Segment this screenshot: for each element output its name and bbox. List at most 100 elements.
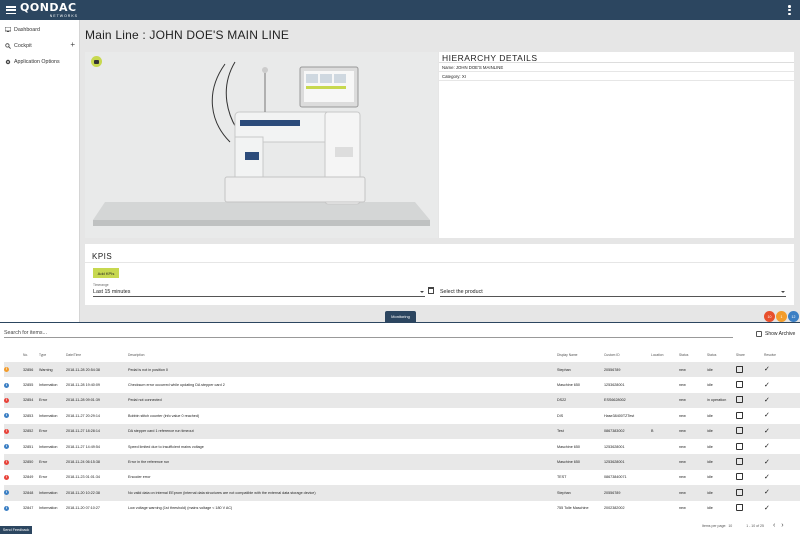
- camera-icon[interactable]: [91, 56, 102, 67]
- row-machine-status: idle: [707, 454, 736, 470]
- table-row[interactable]: ! 32849 Error 2018-11-23 01:01:34 Encoder er…: [4, 470, 800, 485]
- row-machine-status: idle: [707, 423, 736, 439]
- row-description: No valid data on internal EEprom (intern…: [128, 485, 557, 501]
- hamburger-icon[interactable]: [6, 5, 16, 15]
- row-description: Pedal not connected: [128, 392, 557, 409]
- open-external-icon[interactable]: [736, 365, 743, 373]
- check-icon[interactable]: ✓: [764, 489, 770, 496]
- monitoring-tab[interactable]: Monitoring: [385, 311, 416, 322]
- logo[interactable]: QONDAC NETWORKS: [20, 2, 78, 18]
- open-external-icon[interactable]: [736, 504, 743, 512]
- row-machine-status: idle: [707, 383, 713, 388]
- col-share[interactable]: Share: [736, 348, 764, 362]
- plus-icon[interactable]: +: [70, 41, 75, 49]
- table-row[interactable]: i 32851 Information 2018-11-27 14:49:54 Spee…: [4, 439, 800, 454]
- row-machine-status: idle: [707, 413, 713, 418]
- row-datetime: 2018-11-28 19:40:09: [66, 383, 100, 388]
- next-page-icon[interactable]: ›: [781, 522, 783, 529]
- col-status-2[interactable]: Status: [707, 348, 736, 362]
- row-type: Information: [39, 444, 58, 449]
- timerange-label: Timerange: [93, 283, 109, 287]
- search-input[interactable]: [4, 328, 733, 338]
- items-per-page-select[interactable]: 10: [728, 524, 732, 528]
- row-display-name: Maschine 650: [557, 383, 580, 388]
- col-custom-id[interactable]: Custom ID: [604, 348, 651, 362]
- col-no[interactable]: No.: [23, 348, 39, 362]
- send-feedback-button[interactable]: Send Feedback: [0, 526, 32, 534]
- product-select[interactable]: Select the product: [440, 288, 786, 297]
- row-datetime: 2018-11-27 20:29:14: [66, 413, 100, 418]
- row-description: Pedal is not in position 0: [128, 362, 557, 378]
- open-external-icon[interactable]: [736, 381, 743, 389]
- row-custom-id: ESS6628002: [604, 392, 651, 409]
- sidebar-item-label: Dashboard: [14, 26, 40, 33]
- check-icon[interactable]: ✓: [764, 382, 770, 389]
- sidebar-item-cockpit[interactable]: Cockpit +: [0, 38, 79, 53]
- row-no: 32853: [23, 413, 34, 418]
- sewing-machine-illustration: [85, 52, 438, 238]
- sidebar-item-dashboard[interactable]: Dashboard: [0, 22, 79, 37]
- add-kpis-button[interactable]: Add KPIs: [93, 268, 119, 278]
- row-display-name: Test: [557, 423, 604, 439]
- row-description: Checksum error occurred while updating D…: [128, 383, 225, 388]
- prev-page-icon[interactable]: ‹: [773, 522, 775, 529]
- check-icon[interactable]: ✓: [764, 505, 770, 512]
- sidebar-item-label: Application Options: [14, 58, 60, 65]
- open-external-icon[interactable]: [736, 473, 743, 481]
- col-resolve[interactable]: Resolve: [764, 348, 800, 362]
- sidebar-item-application-options[interactable]: Application Options: [0, 54, 79, 69]
- table-row[interactable]: ! 32852 Error 2018-11-27 18:28:14 DA stepper…: [4, 423, 800, 439]
- table-row[interactable]: i 32848 Information 2018-11-20 10:22:38 No v…: [4, 485, 800, 501]
- col-type[interactable]: Type: [39, 348, 66, 362]
- col-datetime[interactable]: Date/Time: [66, 348, 128, 362]
- col-description[interactable]: Description: [128, 348, 557, 362]
- row-description: DA stepper card 1 reference run timeout: [128, 423, 557, 439]
- warning-count-badge[interactable]: 1: [776, 311, 787, 322]
- open-external-icon[interactable]: [736, 411, 743, 419]
- row-location: [651, 501, 679, 516]
- check-icon[interactable]: ✓: [764, 428, 770, 435]
- check-icon[interactable]: ✓: [764, 412, 770, 419]
- check-icon[interactable]: ✓: [764, 443, 770, 450]
- table-row[interactable]: ! 32854 Error 2018-11-28 09:01:39 Pedal not …: [4, 392, 800, 409]
- top-bar: QONDAC NETWORKS: [0, 0, 800, 20]
- open-external-icon[interactable]: [736, 458, 743, 466]
- check-icon[interactable]: ✓: [764, 366, 770, 373]
- table-row[interactable]: i 32855 Information 2018-11-28 19:40:09 Chec…: [4, 377, 800, 392]
- row-custom-id: 08673840071: [604, 475, 627, 480]
- check-icon[interactable]: ✓: [764, 459, 770, 466]
- kebab-icon[interactable]: [788, 5, 791, 15]
- row-machine-status: idle: [707, 485, 736, 501]
- calendar-icon[interactable]: [428, 287, 434, 294]
- row-status: new: [679, 362, 707, 378]
- sidebar: Dashboard Cockpit + Application Options: [0, 20, 80, 322]
- col-status[interactable]: Status: [679, 348, 707, 362]
- col-display-name[interactable]: Display Name: [557, 348, 604, 362]
- open-external-icon[interactable]: [736, 488, 743, 496]
- open-external-icon[interactable]: [736, 427, 743, 435]
- show-archive-toggle[interactable]: Show Archive: [756, 331, 795, 337]
- timerange-select[interactable]: Last 15 minutes: [93, 288, 425, 297]
- page-range: 1 - 10 of 25: [746, 523, 764, 528]
- table-row[interactable]: i 32853 Information 2018-11-27 20:29:14 Bobb…: [4, 408, 800, 423]
- info-count-badge[interactable]: 12: [788, 311, 799, 322]
- table-row[interactable]: i 32847 Information 2018-11-20 07:10:27 Low …: [4, 501, 800, 516]
- error-icon: !: [4, 474, 9, 480]
- table-row[interactable]: ! 32850 Error 2018-11-24 06:15:38 Error in t…: [4, 454, 800, 470]
- row-display-name: DIS: [557, 413, 564, 418]
- row-description: Bobbin stitch counter (info value 0 reac…: [128, 413, 200, 418]
- row-display-name: Maschine 650: [557, 454, 604, 470]
- archive-checkbox[interactable]: [756, 331, 762, 337]
- row-no: 32854: [23, 392, 39, 409]
- open-external-icon[interactable]: [736, 396, 743, 404]
- row-machine-status: in operation: [707, 392, 736, 409]
- check-icon[interactable]: ✓: [764, 397, 770, 404]
- error-count-badge[interactable]: 10: [764, 311, 775, 322]
- table-row[interactable]: ! 32856 Warning 2018-11-28 20:54:38 Pedal is…: [4, 362, 800, 378]
- row-location: [651, 392, 679, 409]
- monitoring-panel: Show Archive No. Type Date/Time Descript…: [0, 322, 800, 534]
- row-datetime: 2018-11-28 20:54:38: [66, 362, 128, 378]
- open-external-icon[interactable]: [736, 442, 743, 450]
- col-location[interactable]: Location: [651, 348, 679, 362]
- check-icon[interactable]: ✓: [764, 474, 770, 481]
